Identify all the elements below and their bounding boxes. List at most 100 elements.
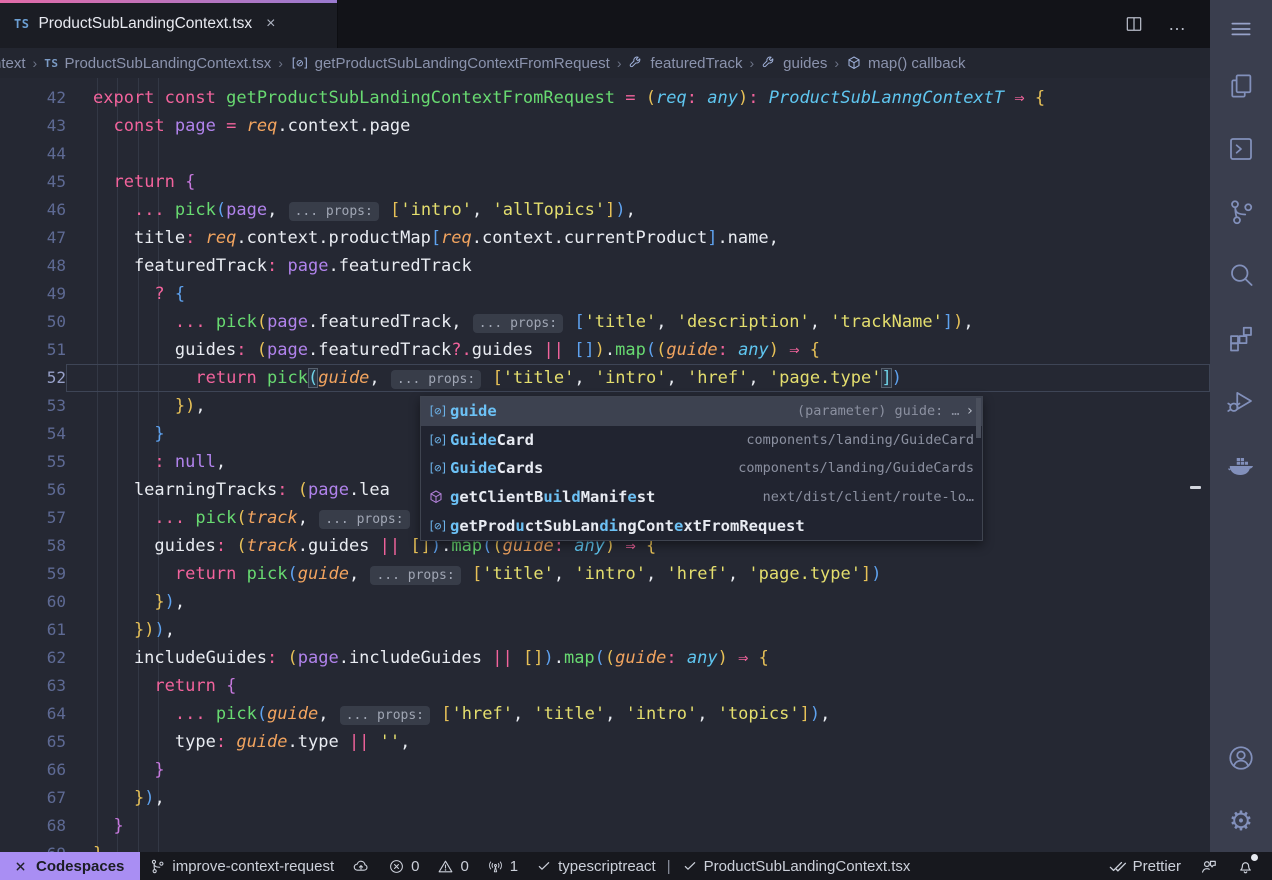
code-line[interactable]: 69} [0, 840, 1210, 852]
split-editor-icon[interactable] [1124, 14, 1144, 34]
line-number: 54 [0, 420, 66, 448]
breadcrumb-separator: › [617, 55, 622, 71]
tab-productsublandingcontext[interactable]: TS ProductSubLandingContext.tsx × [0, 0, 338, 48]
breadcrumb-label: ProductSubLandingContext.tsx [64, 55, 271, 72]
code-line[interactable]: 47 title: req.context.productMap[req.con… [0, 224, 1210, 252]
code-line[interactable]: 52 return pick(guide, ... props: ['title… [0, 364, 1210, 392]
git-branch-icon [149, 858, 166, 875]
status-bell[interactable] [1227, 852, 1264, 880]
suggestion-item[interactable]: getClientBuildManifestnext/dist/client/r… [421, 483, 982, 512]
status-warning[interactable]: 0 [428, 852, 477, 880]
status-label: 1 [510, 858, 518, 875]
code-line[interactable]: 43 const page = req.context.page [0, 112, 1210, 140]
menu-icon[interactable] [1224, 12, 1258, 46]
code-line[interactable]: 45 return { [0, 168, 1210, 196]
breadcrumb-item[interactable]: [⊘]getProductSubLandingContextFromReques… [290, 55, 610, 72]
status-label: 0 [411, 858, 419, 875]
code-text: } [66, 840, 1210, 852]
suggestion-item[interactable]: [⊘]GuideCardscomponents/landing/GuideCar… [421, 454, 982, 483]
code-text: ... pick(page, ... props: ['intro', 'all… [66, 196, 1210, 224]
code-line[interactable]: 59 return pick(guide, ... props: ['title… [0, 560, 1210, 588]
code-line[interactable]: 60 }), [0, 588, 1210, 616]
status-check[interactable]: typescriptreact [527, 852, 665, 880]
code-line[interactable]: 49 ? { [0, 280, 1210, 308]
line-number: 49 [0, 280, 66, 308]
line-number: 44 [0, 140, 66, 168]
check-icon [536, 858, 552, 874]
breadcrumb-separator: › [749, 55, 754, 71]
source-control-icon[interactable] [1224, 195, 1258, 229]
code-line[interactable]: 66 } [0, 756, 1210, 784]
extensions-icon[interactable] [1224, 321, 1258, 355]
cloud-upload-icon [352, 857, 370, 875]
code-line[interactable]: 61 })), [0, 616, 1210, 644]
breadcrumb-separator: › [834, 55, 839, 71]
close-icon[interactable]: × [266, 15, 275, 33]
line-number: 51 [0, 336, 66, 364]
breadcrumb-item[interactable]: featuredTrack [628, 55, 742, 72]
suggestion-label: guide [450, 402, 497, 420]
status-bar: Codespacesimprove-context-request 00 1 type… [0, 852, 1272, 880]
breadcrumb-item[interactable]: ntext [0, 55, 26, 72]
suggestion-item[interactable]: [⊘]GuideCardcomponents/landing/GuideCard [421, 426, 982, 455]
status-cloud-upload[interactable] [343, 852, 379, 880]
suggestion-detail: components/landing/GuideCard [734, 432, 974, 448]
chevron-right-icon[interactable]: › [966, 403, 974, 419]
code-text: } [66, 756, 1210, 784]
terminal-icon[interactable] [1224, 132, 1258, 166]
code-editor[interactable]: 4142export const getProductSubLandingCon… [0, 78, 1210, 852]
check-icon [682, 858, 698, 874]
breadcrumb-item[interactable]: guides [761, 55, 827, 72]
more-actions-icon[interactable]: … [1168, 14, 1188, 35]
code-line[interactable]: 67 }), [0, 784, 1210, 812]
code-line[interactable]: 42export const getProductSubLandingConte… [0, 84, 1210, 112]
search-icon[interactable] [1224, 258, 1258, 292]
code-text: title: req.context.productMap[req.contex… [66, 224, 1210, 252]
code-line[interactable]: 62 includeGuides: (page.includeGuides ||… [0, 644, 1210, 672]
suggest-scrollbar[interactable] [976, 398, 981, 438]
docker-icon[interactable] [1224, 447, 1258, 481]
breadcrumb-item[interactable]: TSProductSubLandingContext.tsx [44, 55, 271, 72]
status-check[interactable]: ProductSubLandingContext.tsx [673, 852, 920, 880]
suggestion-item[interactable]: [⊘]getProductSubLandingContextFromReques… [421, 511, 982, 540]
code-line[interactable]: 64 ... pick(guide, ... props: ['href', '… [0, 700, 1210, 728]
code-line[interactable]: 44 [0, 140, 1210, 168]
breadcrumb-separator: › [33, 55, 38, 71]
vscode-window: TS ProductSubLandingContext.tsx × … ntex… [0, 0, 1272, 880]
explorer-icon[interactable] [1224, 69, 1258, 103]
code-text: return { [66, 672, 1210, 700]
code-line[interactable]: 51 guides: (page.featuredTrack?.guides |… [0, 336, 1210, 364]
code-text: })), [66, 616, 1210, 644]
run-debug-icon[interactable] [1224, 384, 1258, 418]
status-feedback[interactable] [1190, 852, 1227, 880]
feedback-icon [1199, 857, 1218, 876]
symbol-module-icon [428, 489, 450, 505]
inlay-hint: ... props: [370, 566, 460, 585]
code-text: return pick(guide, ... props: ['title', … [66, 364, 1210, 392]
status-error[interactable]: 0 [379, 852, 428, 880]
code-line[interactable]: 63 return { [0, 672, 1210, 700]
inlay-hint: ... props: [289, 202, 379, 221]
code-line[interactable]: 50 ... pick(page.featuredTrack, ... prop… [0, 308, 1210, 336]
suggestion-item[interactable]: [⊘]guide(parameter) guide: …› [421, 397, 982, 426]
code-text: ? { [66, 280, 1210, 308]
status-git-branch[interactable]: improve-context-request [140, 852, 343, 880]
line-number: 58 [0, 532, 66, 560]
line-number: 46 [0, 196, 66, 224]
line-number: 68 [0, 812, 66, 840]
code-text: featuredTrack: page.featuredTrack [66, 252, 1210, 280]
code-line[interactable]: 48 featuredTrack: page.featuredTrack [0, 252, 1210, 280]
settings-icon[interactable]: ⚙ [1224, 804, 1258, 838]
suggest-widget: [⊘]guide(parameter) guide: …›[⊘]GuideCar… [420, 396, 983, 541]
account-icon[interactable] [1224, 741, 1258, 775]
suggestion-label: getProductSubLandingContextFromRequest [450, 517, 805, 535]
code-line[interactable]: 46 ... pick(page, ... props: ['intro', '… [0, 196, 1210, 224]
status-remote[interactable]: Codespaces [0, 852, 140, 880]
line-number: 67 [0, 784, 66, 812]
status-broadcast[interactable]: 1 [478, 852, 527, 880]
code-line[interactable]: 65 type: guide.type || '', [0, 728, 1210, 756]
code-line[interactable]: 68 } [0, 812, 1210, 840]
status-double-check[interactable]: Prettier [1099, 852, 1190, 880]
scrollbar-thumb[interactable] [1190, 486, 1201, 489]
breadcrumb-item[interactable]: map() callback [846, 55, 966, 72]
